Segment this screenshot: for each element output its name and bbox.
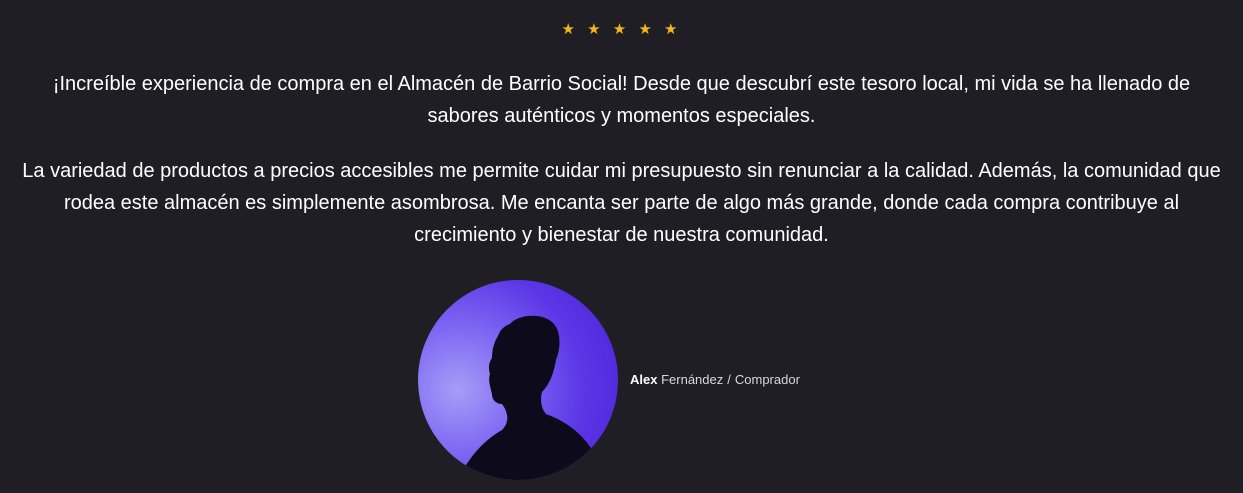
star-icon: ★ [638,21,656,38]
star-icon: ★ [612,21,631,38]
testimonial-quote-paragraph-2: La variedad de productos a precios acces… [22,160,1221,246]
star-icon: ★ [664,21,682,38]
person-silhouette-icon [458,315,598,480]
star-icon: ★ [561,21,579,38]
testimonial-card: ★ ★ ★ ★ ★ ¡Increíble experiencia de comp… [0,0,1243,493]
testimonial-quote-paragraph-1: ¡Increíble experiencia de compra en el A… [52,73,1191,127]
author-attribution: Alex Fernández / Comprador [630,372,800,388]
author-first-name: Alex [630,372,658,387]
avatar [418,280,618,480]
star-icon: ★ [587,21,605,38]
author-role: Comprador [734,372,800,387]
author-last-name: Fernández [661,372,724,387]
author-separator: / [727,372,731,387]
star-rating: ★ ★ ★ ★ ★ [0,20,1243,40]
